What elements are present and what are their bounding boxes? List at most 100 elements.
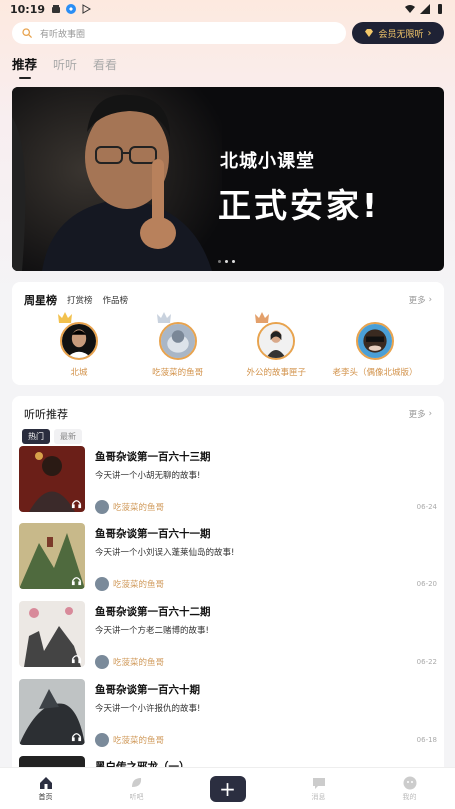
story-date: 06-18 (416, 736, 437, 744)
crown-icon (255, 312, 270, 323)
app-notification-icon (66, 4, 77, 14)
rank-user[interactable]: 北城 (30, 312, 128, 378)
nav-profile[interactable]: 我的 (380, 776, 440, 802)
search-icon (22, 28, 32, 38)
tab-listen[interactable]: 听听 (53, 56, 77, 73)
story-thumbnail (19, 523, 85, 589)
rank-user[interactable]: 吃菠菜的鱼哥 (129, 312, 227, 378)
search-placeholder: 有听故事圈 (40, 29, 86, 40)
story-item[interactable]: 鱼哥杂谈第一百六十二期 今天讲一个方老二赌博的故事! 吃菠菜的鱼哥 06-22 (19, 601, 437, 669)
story-description: 今天讲一个小胡无聊的故事! (95, 471, 201, 481)
author-avatar (95, 577, 109, 591)
story-author[interactable]: 吃菠菜的鱼哥 (95, 500, 164, 514)
story-item[interactable]: 鱼哥杂谈第一百六十一期 今天讲一个小刘误入蓬莱仙岛的故事! 吃菠菜的鱼哥 06-… (19, 523, 437, 591)
pill-hot[interactable]: 热门 (22, 429, 50, 444)
tab-tip-board[interactable]: 打赏榜 (67, 294, 93, 306)
author-name: 吃菠菜的鱼哥 (113, 736, 165, 746)
nav-label: 听吧 (129, 792, 144, 801)
tab-watch[interactable]: 看看 (93, 56, 117, 73)
listen-title: 听听推荐 (24, 408, 68, 421)
nav-messages[interactable]: 消息 (289, 776, 349, 802)
author-avatar (95, 655, 109, 669)
nav-listen-bar[interactable]: 听吧 (107, 776, 167, 802)
story-title: 鱼哥杂谈第一百六十一期 (95, 528, 211, 540)
battery-icon (438, 4, 442, 14)
top-tabs: 推荐 听听 看看 (12, 54, 117, 73)
banner-person-image (12, 87, 222, 271)
headphones-icon (71, 733, 82, 742)
search-input[interactable]: 有听故事圈 (12, 22, 346, 44)
listen-bar-icon (131, 777, 141, 787)
author-avatar (95, 733, 109, 747)
rank-user[interactable]: 老李头（偶像北城版） (326, 322, 424, 378)
android-icon (52, 5, 61, 13)
story-title: 鱼哥杂谈第一百六十三期 (95, 451, 211, 463)
play-store-icon (82, 4, 92, 14)
story-description: 今天讲一个小许报仇的故事! (95, 704, 201, 714)
story-date: 06-24 (416, 503, 437, 511)
author-name: 吃菠菜的鱼哥 (113, 580, 165, 590)
chevron-right-icon: › (427, 27, 432, 39)
headphones-icon (71, 500, 82, 509)
rank-user[interactable]: 外公的故事匣子 (227, 312, 325, 378)
status-bar: 10:19 (0, 0, 455, 18)
weekly-more-link[interactable]: 更多 › (409, 294, 432, 306)
story-item[interactable]: 鱼哥杂谈第一百六十三期 今天讲一个小胡无聊的故事! 吃菠菜的鱼哥 06-24 (19, 446, 437, 514)
avatar (257, 322, 296, 360)
story-description: 今天讲一个方老二赌博的故事! (95, 626, 209, 636)
listen-recommend-card: 听听推荐 更多 › 热门 最新 鱼哥杂谈第一百六十三期 今天讲一个小胡无聊的故事… (12, 396, 444, 776)
banner-title-line2: 正式安家! (218, 186, 381, 225)
avatar (60, 322, 98, 360)
chevron-right-icon: › (428, 295, 432, 305)
chevron-right-icon: › (428, 409, 432, 419)
carousel-indicator (218, 260, 235, 263)
rank-list: 北城 吃菠菜的鱼哥 外公的故事匣子 老李头（偶像北城版） (12, 308, 444, 378)
pill-latest[interactable]: 最新 (54, 429, 82, 444)
carousel-dot (232, 260, 235, 263)
tab-works-board[interactable]: 作品榜 (103, 294, 129, 306)
listen-more-link[interactable]: 更多 › (409, 408, 432, 420)
story-author[interactable]: 吃菠菜的鱼哥 (95, 733, 164, 747)
nav-home[interactable]: 首页 (16, 776, 76, 802)
plus-icon: + (209, 775, 246, 802)
rank-user-name: 北城 (70, 368, 88, 378)
weekly-star-card: 周星榜 打赏榜 作品榜 更多 › 北城 吃菠菜的鱼哥 外公的故事匣子 老李头（偶… (12, 282, 444, 385)
vip-button[interactable]: 会员无限听 › (352, 22, 444, 44)
story-thumbnail (19, 446, 85, 512)
bottom-navigation: 首页 听吧 + 消息 我的 (0, 767, 455, 809)
tab-recommend[interactable]: 推荐 (12, 54, 37, 73)
crown-icon (58, 312, 72, 323)
story-author[interactable]: 吃菠菜的鱼哥 (95, 577, 164, 591)
rank-user-name: 外公的故事匣子 (246, 368, 307, 378)
listen-filter-pills: 热门 最新 (12, 422, 444, 444)
crown-icon (156, 312, 171, 323)
nav-label: 首页 (38, 792, 53, 801)
wifi-icon (405, 5, 415, 13)
message-icon (312, 777, 325, 789)
story-item[interactable]: 鱼哥杂谈第一百六十期 今天讲一个小许报仇的故事! 吃菠菜的鱼哥 06-18 (19, 679, 437, 747)
more-label: 更多 (408, 296, 426, 306)
avatar (355, 322, 394, 360)
signal-icon (420, 4, 430, 14)
story-thumbnail (19, 601, 85, 667)
rank-user-name: 老李头（偶像北城版） (332, 368, 418, 378)
banner-carousel[interactable]: 北城小课堂 正式安家! (12, 87, 444, 271)
story-title: 鱼哥杂谈第一百六十二期 (95, 606, 211, 618)
nav-label: 消息 (311, 792, 326, 801)
author-avatar (95, 500, 109, 514)
story-author[interactable]: 吃菠菜的鱼哥 (95, 655, 164, 669)
carousel-dot (225, 260, 228, 263)
nav-label: 我的 (402, 792, 417, 801)
search-row: 有听故事圈 会员无限听 › (12, 22, 444, 44)
status-time: 10:19 (10, 2, 46, 16)
headphones-icon (71, 577, 82, 586)
nav-create[interactable]: + (198, 775, 258, 802)
rank-user-name: 吃菠菜的鱼哥 (152, 368, 204, 378)
vip-label: 会员无限听 (378, 29, 424, 40)
author-name: 吃菠菜的鱼哥 (113, 503, 165, 513)
weekly-title: 周星榜 (24, 294, 57, 307)
avatar (158, 322, 197, 360)
story-date: 06-22 (416, 658, 437, 666)
profile-icon (403, 776, 416, 789)
story-date: 06-20 (416, 580, 437, 588)
